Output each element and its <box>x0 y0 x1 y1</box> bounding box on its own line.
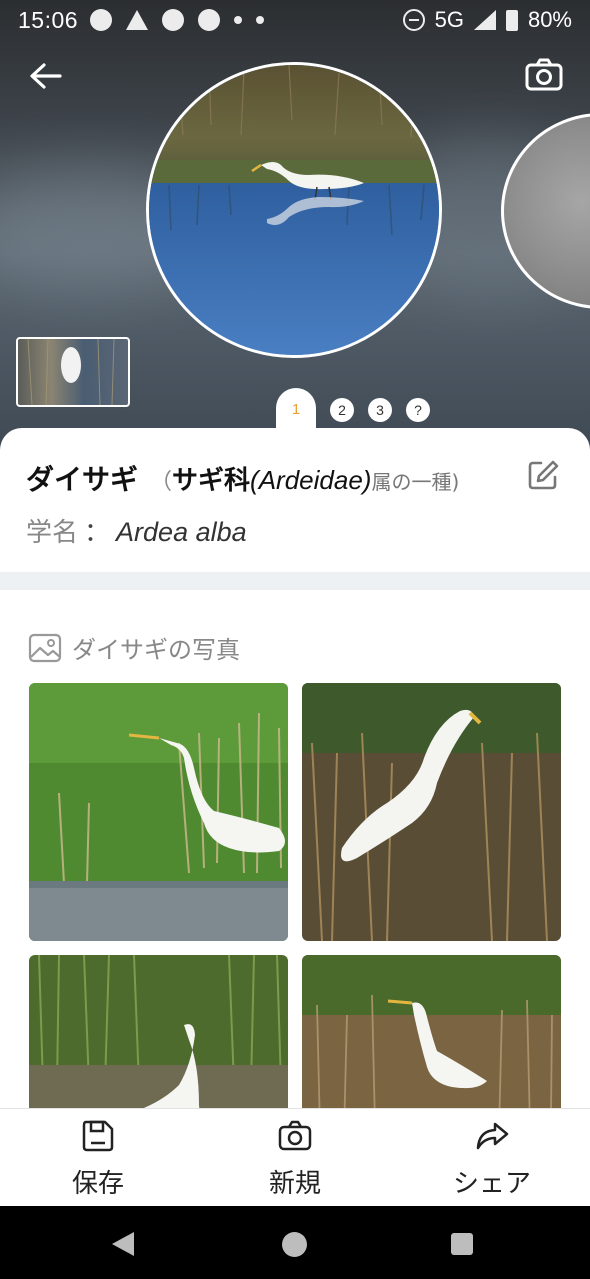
scientific-name: Ardea alba <box>116 517 247 547</box>
back-button[interactable] <box>26 56 66 96</box>
scientific-name-row: 学名 ： Ardea alba <box>26 512 247 549</box>
walk-icon <box>162 9 185 31</box>
scientific-name-label: 学名 <box>26 518 79 548</box>
share-label: シェア <box>452 1169 531 1199</box>
tab-page-3[interactable]: 3 <box>368 398 392 422</box>
save-icon <box>82 1120 114 1152</box>
save-label: 保存 <box>71 1169 124 1199</box>
share-icon <box>476 1122 509 1150</box>
new-button[interactable]: 新規 <box>225 1119 365 1200</box>
edit-icon <box>528 460 559 490</box>
network-type: 5G <box>434 7 464 32</box>
egret-photo-image <box>29 683 288 941</box>
egret-photo-image <box>302 683 561 941</box>
notification-dot-icon <box>256 16 265 24</box>
species-photo-2[interactable] <box>302 683 561 941</box>
section-divider <box>0 572 590 590</box>
tab-page-1[interactable]: 1 <box>276 388 316 430</box>
battery-icon <box>505 9 518 31</box>
photos-section-title: ダイサギの写真 <box>72 636 240 664</box>
nav-back-icon[interactable] <box>112 1232 134 1256</box>
paren-open: （ <box>150 470 173 495</box>
species-photo-1[interactable] <box>29 683 288 941</box>
egret-photo-image <box>302 955 561 1108</box>
species-photo-4[interactable] <box>302 955 561 1108</box>
photos-section-header: ダイサギの写真 <box>28 630 240 665</box>
tab-page-2[interactable]: 2 <box>330 398 354 422</box>
family-name-latin: (Ardeidae) <box>250 465 372 495</box>
species-photo-3[interactable] <box>29 955 288 1108</box>
system-nav-bar <box>0 1206 590 1279</box>
save-button[interactable]: 保存 <box>28 1119 168 1200</box>
species-card: ダイサギ （ サギ科 (Ardeidae) 属の一種) 学名 ： Ardea a… <box>0 428 590 1108</box>
camera-icon <box>278 1120 312 1151</box>
battery-level: 80% <box>527 7 572 32</box>
nav-recents-icon[interactable] <box>451 1233 473 1255</box>
thumbnail-image <box>27 339 115 405</box>
edit-species-button[interactable] <box>526 458 560 492</box>
do-not-disturb-icon <box>402 9 425 31</box>
species-japanese-name: ダイサギ <box>26 463 139 496</box>
status-time: 15:06 <box>18 6 79 33</box>
genus-note: 属の一種) <box>371 470 460 494</box>
new-label: 新規 <box>268 1169 321 1199</box>
photo-page-tabs: 1 2 3 ? <box>276 388 430 430</box>
arrow-left-icon <box>30 63 62 89</box>
warning-icon <box>126 10 149 30</box>
nav-home-icon[interactable] <box>282 1232 307 1257</box>
species-name-row: ダイサギ （ サギ科 (Ardeidae) 属の一種) <box>26 458 459 498</box>
main-egret-photo[interactable] <box>146 62 442 358</box>
notification-dot-icon <box>234 16 243 24</box>
photo-hero: 15:06 5G 80% 1 2 3 ? <box>0 0 590 460</box>
status-bar: 15:06 5G 80% <box>0 0 590 40</box>
tab-page-unknown[interactable]: ? <box>406 398 430 422</box>
app-icon <box>198 9 221 31</box>
signal-icon <box>473 10 496 30</box>
image-icon <box>28 633 62 662</box>
bottom-action-bar: 保存 新規 シェア <box>0 1108 590 1206</box>
scientific-name-colon: ： <box>84 518 111 548</box>
egret-photo-image <box>29 955 288 1108</box>
camera-icon <box>525 58 563 91</box>
family-name-jp: サギ科 <box>172 466 251 496</box>
facebook-icon <box>90 9 113 31</box>
egret-photo-image <box>149 65 439 355</box>
photo-thumbnail[interactable] <box>16 337 130 407</box>
share-button[interactable]: シェア <box>422 1119 562 1200</box>
camera-button[interactable] <box>524 56 564 94</box>
